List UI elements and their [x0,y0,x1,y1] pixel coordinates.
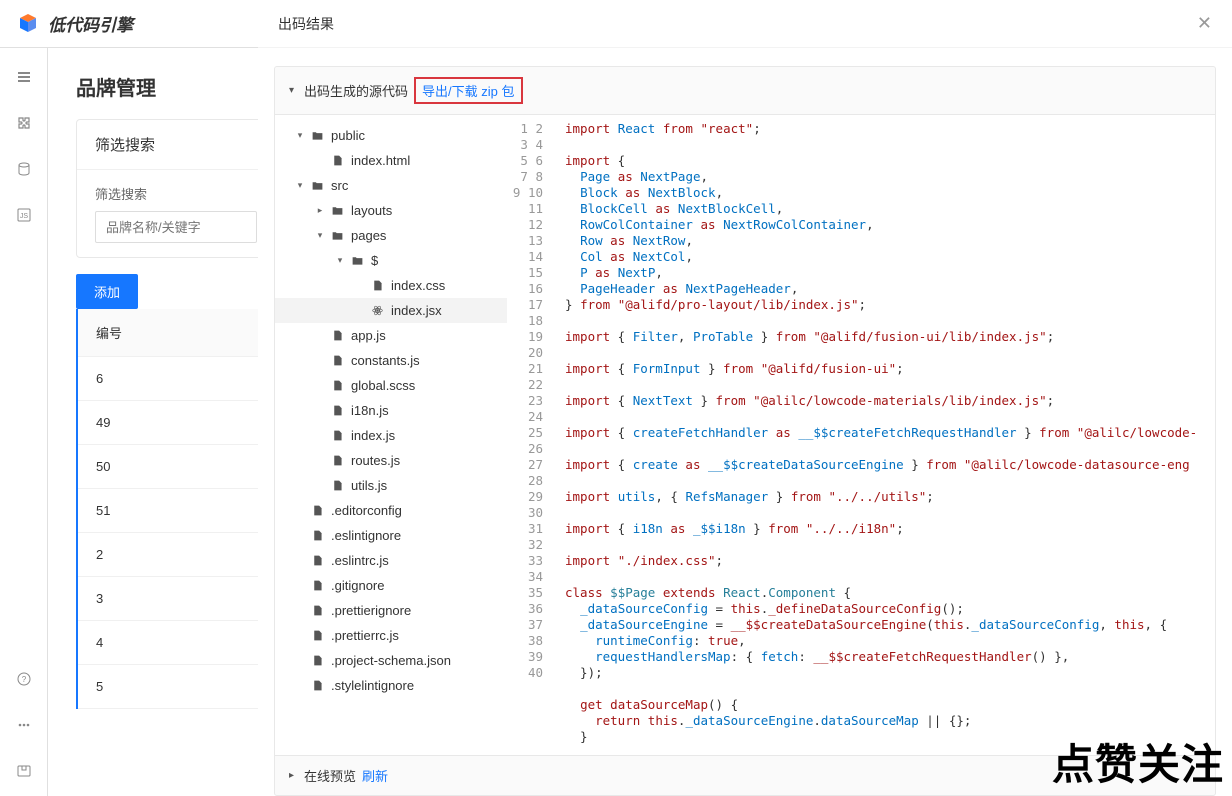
app-name: 低代码引擎 [48,11,133,36]
table-row[interactable]: 50 [78,445,276,489]
outline-icon[interactable] [15,68,33,86]
file-tree[interactable]: ▾publicindex.html▾src▸layouts▾pages▾$ind… [275,115,507,755]
tree-node[interactable]: utils.js [275,473,507,498]
tree-node[interactable]: routes.js [275,448,507,473]
table-row[interactable]: 5 [78,665,276,709]
left-sidebar: JS ? [0,48,48,796]
js-icon[interactable]: JS [15,206,33,224]
svg-text:?: ? [21,675,26,684]
tree-node[interactable]: .gitignore [275,573,507,598]
section-title: 出码生成的源代码 [304,81,408,100]
file-icon [311,679,325,692]
codegen-modal: 出码结果 ✕ ▾ 出码生成的源代码 导出/下载 zip 包 ▾publicind… [258,0,1232,796]
tree-node[interactable]: .eslintignore [275,523,507,548]
react-icon [371,304,385,317]
tree-node[interactable]: .prettierignore [275,598,507,623]
puzzle-icon[interactable] [15,114,33,132]
file-icon [331,479,345,492]
tree-node[interactable]: index.css [275,273,507,298]
tree-node[interactable]: .prettierrc.js [275,623,507,648]
tree-node[interactable]: .project-schema.json [275,648,507,673]
modal-titlebar: 出码结果 ✕ [258,0,1232,48]
file-icon [311,604,325,617]
folder-icon [331,229,345,242]
table-header: 编号 [78,309,276,357]
file-icon [311,579,325,592]
tree-node[interactable]: ▾$ [275,248,507,273]
file-icon [331,404,345,417]
folder-icon [311,179,325,192]
footer-label: 在线预览 [304,766,356,785]
tree-node[interactable]: app.js [275,323,507,348]
tree-node[interactable]: .eslintrc.js [275,548,507,573]
table-row[interactable]: 2 [78,533,276,577]
file-icon [331,329,345,342]
add-button[interactable]: 添加 [76,274,138,309]
filter-label: 筛选搜索 [95,184,257,203]
svg-text:JS: JS [19,213,28,220]
tree-node[interactable]: index.html [275,148,507,173]
tree-node[interactable]: ▾pages [275,223,507,248]
tree-node[interactable]: global.scss [275,373,507,398]
close-icon[interactable]: ✕ [1197,13,1212,34]
tree-node[interactable]: constants.js [275,348,507,373]
chevron-right-icon: ▸ [289,770,294,781]
folder-icon [331,204,345,217]
tree-node[interactable]: index.js [275,423,507,448]
more-icon[interactable] [15,716,33,734]
tree-node[interactable]: ▸layouts [275,198,507,223]
modal-title: 出码结果 [278,14,334,34]
tree-node[interactable]: index.jsx [275,298,507,323]
table-row[interactable]: 4 [78,621,276,665]
tree-node[interactable]: i18n.js [275,398,507,423]
code-editor[interactable]: 1 2 3 4 5 6 7 8 9 10 11 12 13 14 15 16 1… [507,115,1215,755]
file-icon [331,454,345,467]
file-icon [331,354,345,367]
export-zip-link[interactable]: 导出/下载 zip 包 [414,77,522,104]
file-icon [331,429,345,442]
file-icon [311,504,325,517]
table-row[interactable]: 51 [78,489,276,533]
file-icon [311,654,325,667]
filter-panel: 筛选搜索 筛选搜索 [76,119,276,258]
code-content: import React from "react"; import { Page… [555,115,1215,755]
preview-section-bar[interactable]: ▸ 在线预览 刷新 [274,756,1216,796]
data-table: 编号 64950512345 [76,309,276,709]
file-icon [331,379,345,392]
refresh-link[interactable]: 刷新 [362,766,388,785]
table-row[interactable]: 49 [78,401,276,445]
tree-node[interactable]: ▾src [275,173,507,198]
file-icon [331,154,345,167]
tree-node[interactable]: .editorconfig [275,498,507,523]
folder-icon [351,254,365,267]
logo-icon [16,12,40,36]
tree-node[interactable]: .stylelintignore [275,673,507,698]
table-row[interactable]: 3 [78,577,276,621]
table-row[interactable]: 6 [78,357,276,401]
line-gutter: 1 2 3 4 5 6 7 8 9 10 11 12 13 14 15 16 1… [507,115,555,755]
filter-panel-title: 筛选搜索 [77,120,275,170]
database-icon[interactable] [15,160,33,178]
chevron-down-icon: ▾ [289,85,294,96]
file-icon [311,554,325,567]
tree-node[interactable]: ▾public [275,123,507,148]
file-icon [311,529,325,542]
file-icon [371,279,385,292]
app-logo: 低代码引擎 [16,11,133,36]
source-section-bar[interactable]: ▾ 出码生成的源代码 导出/下载 zip 包 [274,66,1216,115]
folder-icon [311,129,325,142]
help-icon[interactable]: ? [15,670,33,688]
filter-input[interactable] [95,211,257,243]
file-icon [311,629,325,642]
package-icon[interactable] [15,762,33,780]
